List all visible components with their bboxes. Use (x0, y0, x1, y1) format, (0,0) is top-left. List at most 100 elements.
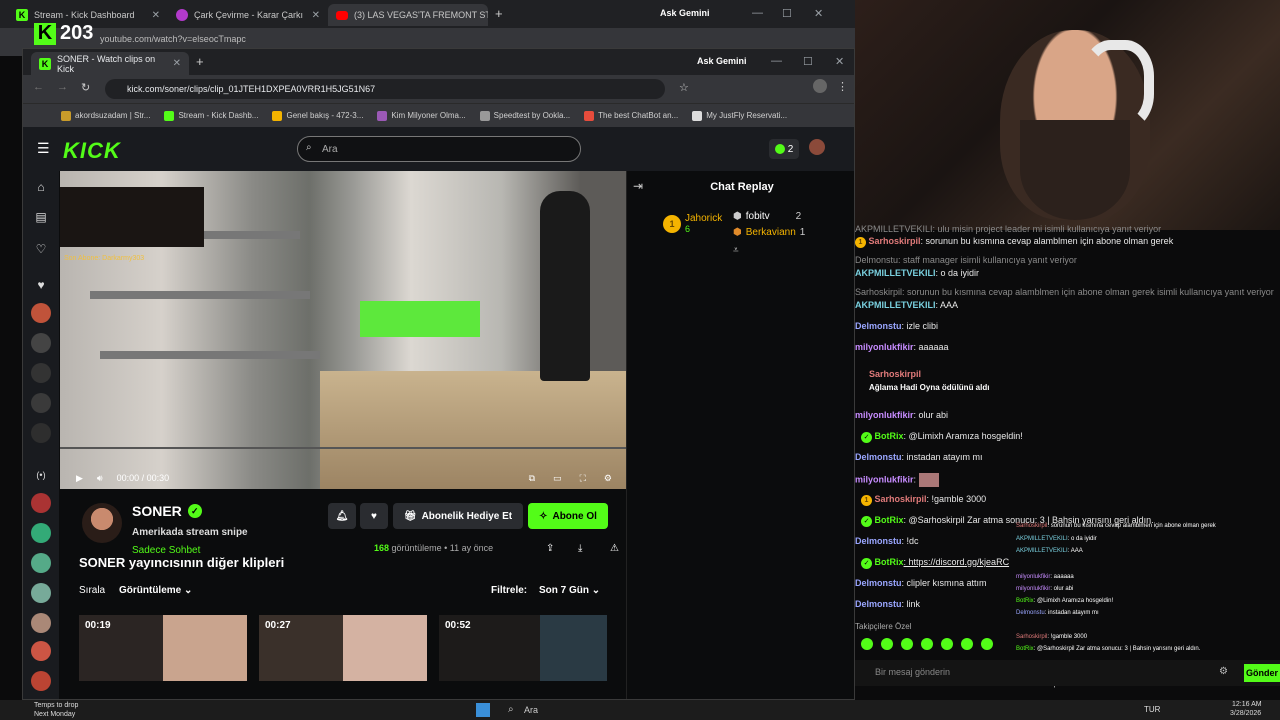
following-heart-icon[interactable]: ♡ (31, 239, 51, 259)
profile-avatar[interactable] (813, 79, 827, 93)
ask-gemini-button[interactable]: Ask Gemini (660, 8, 710, 18)
settings-icon[interactable]: ⚙ (604, 473, 612, 484)
emote-icon[interactable] (941, 638, 953, 650)
chat-user[interactable]: BotRix (875, 515, 904, 525)
sidebar-channel-avatar[interactable] (31, 641, 51, 661)
favorites-heart-icon[interactable]: ♥ (31, 275, 51, 295)
streamer-name-row[interactable]: SONER ✓ (132, 503, 202, 519)
chat-user[interactable]: BotRix (875, 431, 904, 441)
minimize-icon[interactable]: — (752, 7, 763, 19)
tab-wheel[interactable]: Çark Çevirme - Karar Çarkı ✕ (168, 4, 328, 26)
minimize-icon[interactable]: — (771, 55, 782, 67)
theater-icon[interactable]: ▭ (553, 473, 562, 484)
search-input[interactable]: ⌕ Ara (297, 136, 581, 162)
sidebar-channel-avatar[interactable] (31, 553, 51, 573)
emote-icon[interactable] (881, 638, 893, 650)
user-avatar[interactable] (809, 139, 825, 155)
sort-dropdown[interactable]: Görüntüleme ⌄ (119, 585, 192, 596)
sidebar-channel-avatar[interactable] (31, 363, 51, 383)
emote-icon[interactable] (921, 638, 933, 650)
bell-button[interactable]: 🔔︎ (328, 503, 356, 529)
bookmark-item[interactable]: The best ChatBot an... (584, 110, 678, 121)
bookmark-item[interactable]: My JustFly Reservati... (692, 110, 787, 121)
chat-user[interactable]: Delmonstu (855, 452, 902, 462)
close-icon[interactable]: ✕ (173, 58, 181, 69)
clip-thumbnail[interactable]: 00:19 (79, 615, 247, 681)
report-icon[interactable]: ⚠ (610, 543, 619, 554)
new-tab-button[interactable]: + (196, 54, 204, 69)
emote-icon[interactable] (981, 638, 993, 650)
maximize-icon[interactable]: ☐ (782, 7, 792, 20)
expand-leaderboard-icon[interactable]: ⩡ (733, 245, 739, 256)
clip-thumbnail[interactable]: 00:27 (259, 615, 427, 681)
sidebar-channel-avatar[interactable] (31, 303, 51, 323)
clip-thumbnail[interactable]: 00:52 (439, 615, 607, 681)
forward-icon[interactable]: → (57, 81, 68, 93)
gift-sub-button[interactable]: 🎁︎ Abonelik Hediye Et (393, 503, 523, 529)
bookmark-item[interactable]: Stream - Kick Dashb... (164, 110, 258, 121)
chat-user[interactable]: Delmonstu (855, 578, 902, 588)
chat-user[interactable]: AKPMILLETVEKILI (855, 300, 936, 310)
sidebar-channel-avatar[interactable] (31, 423, 51, 443)
chat-user[interactable]: BotRix (875, 557, 904, 567)
reload-icon[interactable]: ↻ (81, 81, 90, 94)
pip-icon[interactable]: ⧉ (529, 473, 535, 484)
emote-icon[interactable] (961, 638, 973, 650)
volume-icon[interactable]: 🔊︎ (97, 473, 103, 484)
bookmark-item[interactable]: Genel bakış - 472-3... (272, 110, 363, 121)
home-icon[interactable]: ⌂ (31, 177, 51, 197)
emote-icon[interactable] (861, 638, 873, 650)
chat-user[interactable]: milyonlukfikir (855, 342, 914, 352)
settings-icon[interactable]: ⚙ (1219, 666, 1228, 677)
chat-input[interactable]: Bir mesaj gönderin ⚙ (855, 660, 1280, 686)
star-icon[interactable]: ☆ (679, 81, 689, 94)
play-icon[interactable]: ▶ (76, 473, 83, 484)
browse-icon[interactable]: ▤ (31, 207, 51, 227)
send-button[interactable]: Gönder (1244, 664, 1280, 682)
menu-icon[interactable]: ⋮ (837, 80, 848, 93)
filter-dropdown[interactable]: Son 7 Gün ⌄ (539, 585, 600, 596)
sidebar-channel-avatar[interactable] (31, 583, 51, 603)
sidebar-channel-avatar[interactable] (31, 613, 51, 633)
collapse-icon[interactable]: (•) (31, 465, 51, 485)
clock-time[interactable]: 12:16 AM (1232, 701, 1262, 708)
tab-youtube[interactable]: (3) LAS VEGAS'TA FREMONT ST ✕ (328, 4, 488, 26)
chat-user[interactable]: milyonlukfikir (855, 410, 914, 420)
windows-start-icon[interactable] (476, 703, 490, 717)
sidebar-channel-avatar[interactable] (31, 393, 51, 413)
sidebar-channel-avatar[interactable] (31, 333, 51, 353)
tab-soner-clips[interactable]: K SONER - Watch clips on Kick ✕ (31, 52, 189, 75)
chat-user[interactable]: milyonlukfikir (855, 474, 914, 484)
bookmark-item[interactable]: akordsuzadam | Str... (61, 110, 150, 121)
chat-user[interactable]: AKPMILLETVEKILI (855, 268, 936, 278)
chat-link[interactable]: : https://discord.gg/kjeaRC (904, 557, 1010, 567)
kick-logo[interactable]: KICK (63, 138, 121, 164)
notifications-button[interactable]: 2 (769, 139, 799, 159)
chat-user[interactable]: Delmonstu (855, 536, 902, 546)
language-indicator[interactable]: TUR (1144, 705, 1160, 714)
new-tab-button[interactable]: + (495, 6, 503, 21)
chat-user[interactable]: Sarhoskirpil (869, 236, 921, 246)
chat-user[interactable]: Delmonstu (855, 321, 902, 331)
back-icon[interactable]: ← (33, 81, 44, 93)
streamer-avatar[interactable] (82, 503, 122, 543)
close-window-icon[interactable]: ✕ (835, 55, 844, 68)
close-icon[interactable]: ✕ (152, 10, 160, 21)
hamburger-menu-icon[interactable]: ☰ (37, 140, 50, 157)
weather-text[interactable]: Temps to drop (34, 702, 78, 709)
emote-icon[interactable] (901, 638, 913, 650)
back-url-field[interactable]: youtube.com/watch?v=elseocTmapc (100, 34, 246, 44)
chat-user[interactable]: Sarhoskirpil (875, 494, 927, 504)
fullscreen-icon[interactable]: ⛶ (580, 473, 586, 484)
taskbar-search-icon[interactable]: ⌕ (508, 704, 514, 715)
download-icon[interactable]: ⤓ (578, 543, 582, 554)
sidebar-channel-avatar[interactable] (31, 493, 51, 513)
follow-heart-button[interactable]: ♥ (360, 503, 388, 529)
taskbar-search-label[interactable]: Ara (524, 705, 538, 715)
bookmark-item[interactable]: Speedtest by Ookla... (479, 110, 570, 121)
ask-gemini-button[interactable]: Ask Gemini (697, 56, 747, 66)
subscribe-button[interactable]: ✧ Abone Ol (528, 503, 608, 529)
sidebar-channel-avatar[interactable] (31, 671, 51, 691)
share-icon[interactable]: ⇪ (546, 543, 554, 554)
close-window-icon[interactable]: ✕ (814, 7, 823, 20)
